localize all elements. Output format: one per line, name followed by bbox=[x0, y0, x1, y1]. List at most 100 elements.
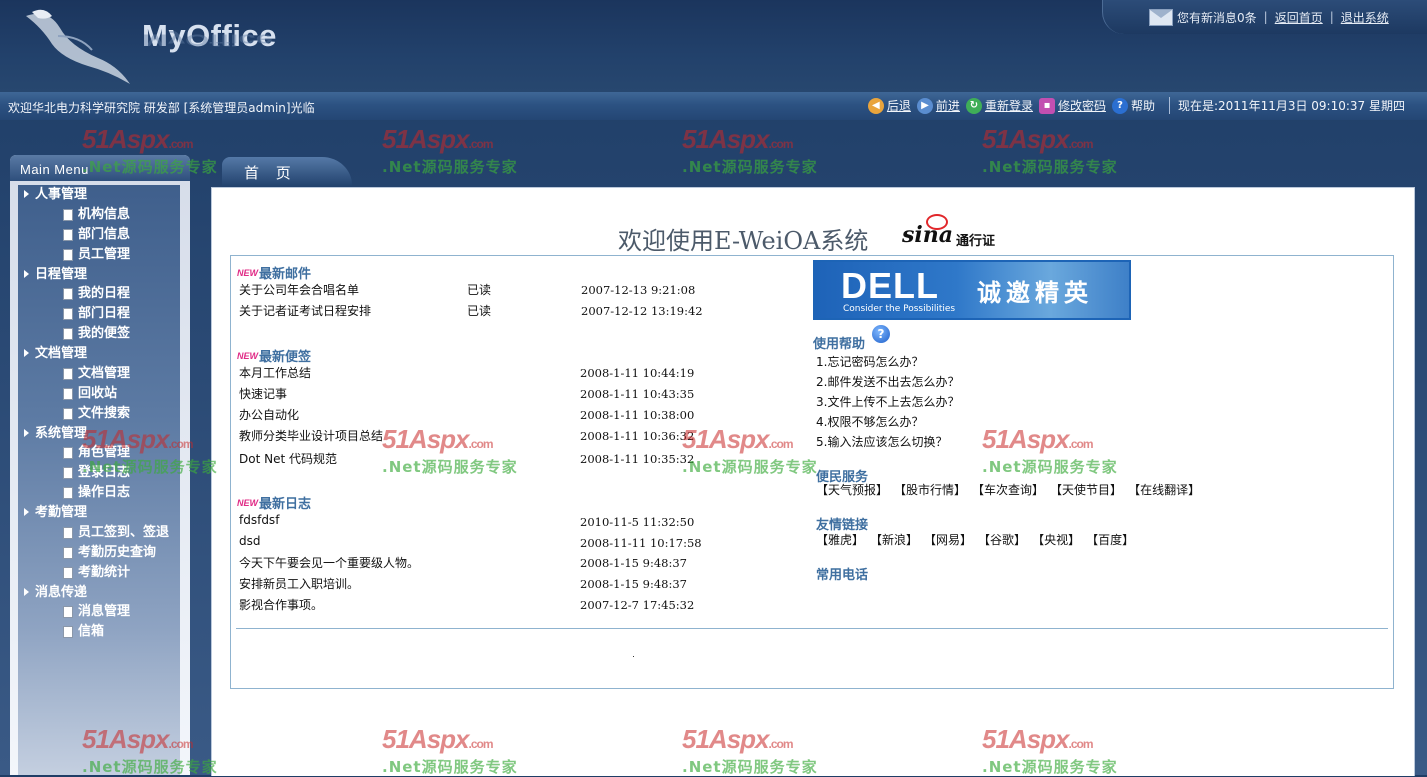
menu-item-message-manage[interactable]: 消息管理 bbox=[18, 602, 180, 622]
friend-link-baidu[interactable]: 【百度】 bbox=[1086, 531, 1134, 548]
menu-group-messages[interactable]: 消息传递 bbox=[18, 583, 180, 603]
menu-item-label: 机构信息 bbox=[78, 206, 131, 222]
caret-right-icon bbox=[24, 349, 29, 357]
caret-right-icon bbox=[24, 508, 29, 516]
page-icon bbox=[63, 566, 73, 579]
menu-group-documents[interactable]: 文档管理 bbox=[18, 344, 180, 364]
relogin-button[interactable]: ↻ 重新登录 bbox=[965, 97, 1033, 114]
service-link-stocks[interactable]: 【股市行情】 bbox=[894, 481, 966, 498]
log-title[interactable]: 今天下午要会见一个重要级人物。 bbox=[239, 554, 419, 571]
note-title[interactable]: 教师分类毕业设计项目总结 bbox=[239, 427, 383, 444]
menu-item-label: 部门日程 bbox=[78, 306, 131, 321]
watermark-logo: 51Aspx.com bbox=[82, 124, 194, 155]
change-password-button[interactable]: ▪ 修改密码 bbox=[1038, 97, 1106, 114]
message-count[interactable]: 您有新消息0条 bbox=[1177, 9, 1257, 26]
page-icon bbox=[63, 467, 73, 479]
toolbar: 欢迎华北电力科学研究院 研发部 [系统管理员admin]光临 ◀ 后退 ▶ 前进… bbox=[0, 92, 1427, 120]
menu-item-attendance-stats[interactable]: 考勤统计 bbox=[18, 563, 180, 583]
menu-item-mailbox[interactable]: 信箱 bbox=[18, 622, 180, 642]
menu-item-attendance-history[interactable]: 考勤历史查询 bbox=[18, 543, 180, 563]
menu-item-label: 我的便签 bbox=[78, 326, 131, 341]
separator: | bbox=[1329, 10, 1334, 24]
menu-item-doc-manage[interactable]: 文档管理 bbox=[18, 364, 180, 384]
bird-logo-icon bbox=[26, 9, 130, 84]
log-title[interactable]: fdsfdsf bbox=[239, 513, 279, 527]
menu-group-label: 考勤管理 bbox=[35, 505, 88, 520]
watermark-slogan: .Net源码服务专家 bbox=[982, 158, 1118, 176]
menu-item-label: 回收站 bbox=[78, 385, 118, 401]
section-title-label: 最新便签 bbox=[259, 350, 312, 365]
menu-group-schedule[interactable]: 日程管理 bbox=[18, 265, 180, 285]
note-time: 2008-1-11 10:35:32 bbox=[580, 452, 695, 466]
menu-item-org-info[interactable]: 机构信息 bbox=[18, 205, 180, 225]
log-time: 2008-1-15 9:48:37 bbox=[580, 577, 687, 591]
forward-label[interactable]: 前进 bbox=[936, 97, 960, 114]
menu-item-role-manage[interactable]: 角色管理 bbox=[18, 443, 180, 463]
note-title[interactable]: 办公自动化 bbox=[239, 406, 299, 423]
sina-word: sina bbox=[902, 222, 953, 248]
forward-button[interactable]: ▶ 前进 bbox=[916, 97, 960, 114]
mail-icon[interactable] bbox=[1149, 8, 1173, 26]
log-title[interactable]: 安排新员工入职培训。 bbox=[239, 575, 359, 592]
note-title[interactable]: 本月工作总结 bbox=[239, 364, 311, 381]
service-link-translate[interactable]: 【在线翻译】 bbox=[1128, 481, 1200, 498]
menu-item-employee[interactable]: 员工管理 bbox=[18, 245, 180, 265]
log-time: 2010-11-5 11:32:50 bbox=[580, 515, 695, 529]
menu-item-checkin[interactable]: 员工签到、签退 bbox=[18, 523, 180, 543]
sina-logo[interactable]: sina 通行证 bbox=[902, 214, 1006, 249]
service-link-tv[interactable]: 【天使节目】 bbox=[1050, 481, 1122, 498]
menu-group-system[interactable]: 系统管理 bbox=[18, 424, 180, 444]
log-title[interactable]: dsd bbox=[239, 534, 261, 548]
menu-group-hr[interactable]: 人事管理 bbox=[18, 185, 180, 205]
logout-link[interactable]: 退出系统 bbox=[1341, 9, 1389, 26]
help-button[interactable]: ? 帮助 bbox=[1111, 97, 1155, 114]
menu-item-label: 考勤统计 bbox=[78, 564, 131, 580]
menu-item-file-search[interactable]: 文件搜索 bbox=[18, 404, 180, 424]
home-link[interactable]: 返回首页 bbox=[1275, 9, 1323, 26]
help-item[interactable]: 2.邮件发送不出去怎么办？ bbox=[816, 373, 959, 390]
friend-link-google[interactable]: 【谷歌】 bbox=[978, 531, 1026, 548]
log-title[interactable]: 影视合作事项。 bbox=[239, 596, 323, 613]
mail-title[interactable]: 关于公司年会合唱名单 bbox=[239, 281, 359, 298]
section-title-notes: NEW 最新便签 bbox=[237, 346, 311, 365]
service-link-trains[interactable]: 【车次查询】 bbox=[972, 481, 1044, 498]
friend-link-sina[interactable]: 【新浪】 bbox=[870, 531, 918, 548]
mail-title[interactable]: 关于记者证考试日程安排 bbox=[239, 302, 371, 319]
note-title[interactable]: 快速记事 bbox=[239, 385, 287, 402]
separator: | bbox=[1263, 10, 1268, 24]
relogin-label[interactable]: 重新登录 bbox=[985, 97, 1033, 114]
tab-home[interactable]: 首 页 bbox=[222, 157, 352, 187]
page-icon bbox=[63, 248, 73, 261]
dell-slogan: 诚邀精英 bbox=[977, 279, 1093, 307]
friend-link-cctv[interactable]: 【央视】 bbox=[1032, 531, 1080, 548]
menu-item-login-log[interactable]: 登录日志 bbox=[18, 463, 180, 483]
menu-group-attendance[interactable]: 考勤管理 bbox=[18, 503, 180, 523]
menu-item-recycle-bin[interactable]: 回收站 bbox=[18, 384, 180, 404]
help-item[interactable]: 3.文件上传不上去怎么办？ bbox=[816, 393, 959, 410]
menu-item-label: 消息管理 bbox=[78, 604, 131, 619]
menu-item-my-notes[interactable]: 我的便签 bbox=[18, 324, 180, 344]
help-label[interactable]: 帮助 bbox=[1131, 97, 1155, 114]
watermark-logo-text: 51Aspx bbox=[382, 124, 469, 154]
note-title[interactable]: Dot Net 代码规范 bbox=[239, 450, 337, 467]
section-title-phones: 常用电话 bbox=[816, 564, 868, 583]
menu-item-dept-schedule[interactable]: 部门日程 bbox=[18, 304, 180, 324]
menu-item-label: 文档管理 bbox=[78, 365, 131, 381]
menu-item-my-schedule[interactable]: 我的日程 bbox=[18, 284, 180, 304]
watermark-logo: 51Aspx.com bbox=[982, 124, 1094, 155]
help-item[interactable]: 5.输入法应该怎么切换？ bbox=[816, 433, 947, 450]
menu-item-operation-log[interactable]: 操作日志 bbox=[18, 483, 180, 503]
back-label[interactable]: 后退 bbox=[887, 97, 911, 114]
menu-group-label: 系统管理 bbox=[35, 425, 88, 441]
back-button[interactable]: ◀ 后退 bbox=[867, 97, 911, 114]
friend-link-netease[interactable]: 【网易】 bbox=[924, 531, 972, 548]
change-password-label[interactable]: 修改密码 bbox=[1058, 97, 1106, 114]
help-item[interactable]: 4.权限不够怎么办？ bbox=[816, 413, 923, 430]
menu-item-dept-info[interactable]: 部门信息 bbox=[18, 225, 180, 245]
service-link-weather[interactable]: 【天气预报】 bbox=[816, 481, 888, 498]
note-time: 2008-1-11 10:43:35 bbox=[580, 387, 695, 401]
friend-link-yahoo[interactable]: 【雅虎】 bbox=[816, 531, 864, 548]
dell-banner[interactable]: DELL Consider the Possibilities 诚邀精英 bbox=[813, 260, 1131, 320]
help-item[interactable]: 1.忘记密码怎么办？ bbox=[816, 353, 923, 370]
page-icon bbox=[63, 208, 73, 221]
